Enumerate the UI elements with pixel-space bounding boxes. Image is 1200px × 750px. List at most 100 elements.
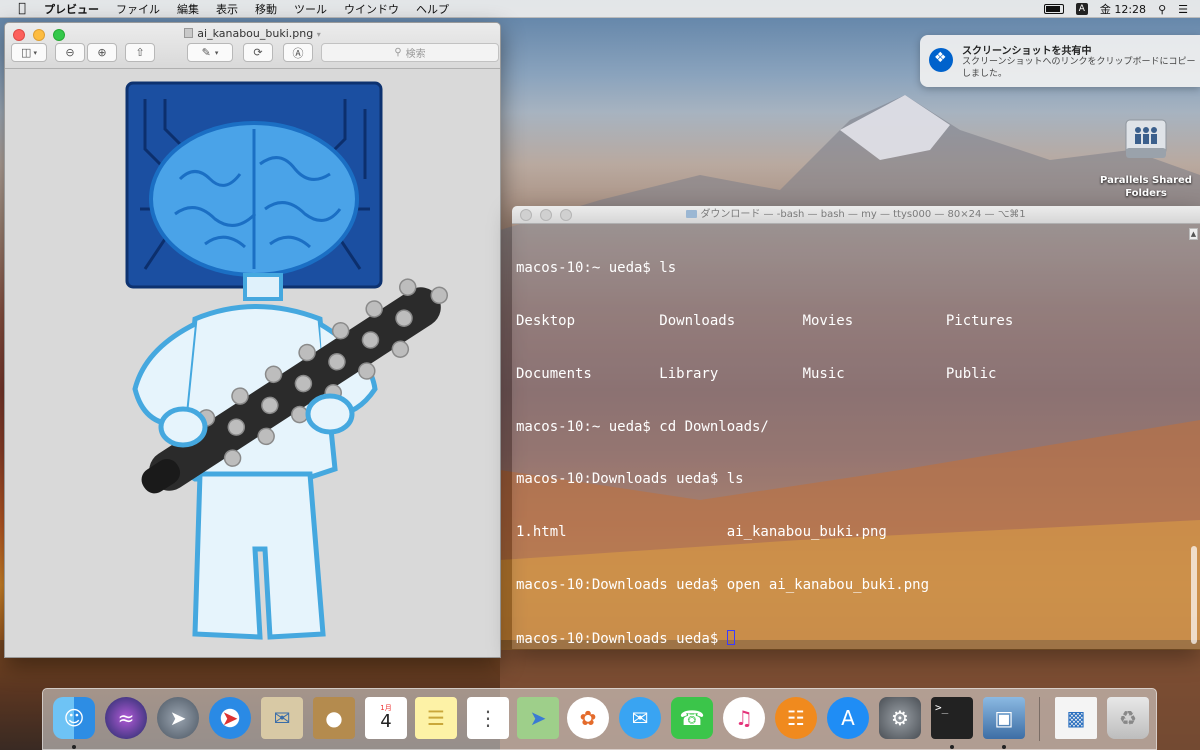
menu-extras: A 金 12:28 ⚲ ☰ xyxy=(1043,0,1188,18)
zoom-out-button[interactable]: ⊖ xyxy=(55,43,85,62)
menu-view[interactable]: 表示 xyxy=(216,1,238,17)
menu-help[interactable]: ヘルプ xyxy=(416,1,449,17)
sidebar-icon: ◫ xyxy=(21,46,32,59)
markup-pen-button[interactable]: ✎ ▾ xyxy=(187,43,233,62)
menu-file[interactable]: ファイル xyxy=(116,1,160,17)
image-file-icon xyxy=(184,28,194,38)
terminal-output[interactable]: macos-10:~ ueda$ ls Desktop Downloads Mo… xyxy=(512,224,1200,649)
terminal-scrollbar[interactable]: ▲ xyxy=(1189,228,1198,648)
terminal-line: macos-10:~ ueda$ ls xyxy=(516,260,677,277)
menu-tools[interactable]: ツール xyxy=(294,1,327,17)
ai-kanabou-illustration xyxy=(125,81,449,640)
compass-icon: ➤ xyxy=(221,706,239,730)
document-title[interactable]: ai_kanabou_buki.png ▾ xyxy=(5,27,500,40)
dock-itunes[interactable]: ♫ xyxy=(723,697,765,739)
rotate-button[interactable]: ⟳ xyxy=(243,43,273,62)
markup-toolbar-button[interactable]: Ⓐ xyxy=(283,43,313,62)
screenshot-share-notification[interactable]: スクリーンショットを共有中 スクリーンショットへのリンクをクリップボードにコピー… xyxy=(920,35,1200,87)
terminal-line: macos-10:Downloads ueda$ ls xyxy=(516,471,744,488)
dock-trash[interactable]: ♻ xyxy=(1107,697,1149,739)
preview-toolbar: ◫ ▾ ⊖ ⊕ ⇧ ✎ ▾ ⟳ Ⓐ ⚲ 検索 xyxy=(11,43,499,63)
dock-finder[interactable]: ☺ xyxy=(53,697,95,739)
address-book-icon: ● xyxy=(325,706,343,730)
dock-facetime[interactable]: ☎ xyxy=(671,697,713,739)
input-source-indicator[interactable]: A xyxy=(1075,3,1088,15)
music-note-icon: ♫ xyxy=(735,706,753,730)
notification-center-icon[interactable]: ☰ xyxy=(1178,3,1188,16)
zoom-out-icon: ⊖ xyxy=(65,46,75,59)
dock-ibooks[interactable]: ☷ xyxy=(775,697,817,739)
rocket-icon: ➤ xyxy=(169,706,187,730)
dock-downloads-stack[interactable]: ▩ xyxy=(1055,697,1097,739)
search-icon: ⚲ xyxy=(394,47,402,58)
dock-notes[interactable]: ☰ xyxy=(415,697,457,739)
dock-messages[interactable]: ✉ xyxy=(619,697,661,739)
chevron-down-icon[interactable]: ▾ xyxy=(317,30,321,39)
desktop-icon-parallels-shared-folders[interactable]: Parallels Shared Folders xyxy=(1098,118,1194,200)
search-field[interactable]: ⚲ 検索 xyxy=(321,43,499,62)
sidebar-toggle-button[interactable]: ◫ ▾ xyxy=(11,43,47,62)
finder-icon: ☺ xyxy=(63,706,85,730)
dock-photos[interactable]: ✿ xyxy=(567,697,609,739)
dock-separator xyxy=(1039,697,1040,741)
notification-title: スクリーンショットを共有中 xyxy=(962,46,1092,57)
dock-reminders[interactable]: ⋮ xyxy=(467,697,509,739)
scrollbar-thumb[interactable] xyxy=(1191,546,1197,644)
running-indicator xyxy=(1002,745,1006,749)
preview-window[interactable]: ai_kanabou_buki.png ▾ ◫ ▾ ⊖ ⊕ ⇧ ✎ ▾ ⟳ Ⓐ ⚲ … xyxy=(4,22,501,658)
dock-siri[interactable]: ≈ xyxy=(105,697,147,739)
document-title-text: ai_kanabou_buki.png xyxy=(197,27,314,40)
dock-launchpad[interactable]: ➤ xyxy=(157,697,199,739)
dock-mail[interactable]: ✉ xyxy=(261,697,303,739)
siri-icon: ≈ xyxy=(117,706,135,730)
gear-icon: ⚙ xyxy=(891,706,909,730)
image-canvas[interactable] xyxy=(5,69,500,657)
apple-menu-icon[interactable]:  xyxy=(0,1,44,16)
menu-window[interactable]: ウインドウ xyxy=(344,1,399,17)
menu-app-name[interactable]: プレビュー xyxy=(44,1,99,17)
window-controls xyxy=(520,209,572,221)
chevron-down-icon: ▾ xyxy=(33,48,37,57)
zoom-in-button[interactable]: ⊕ xyxy=(87,43,117,62)
terminal-line: macos-10:Downloads ueda$ open ai_kanabou… xyxy=(516,576,930,593)
dock-calendar[interactable]: 1月 4 xyxy=(365,697,407,739)
spotlight-search-icon[interactable]: ⚲ xyxy=(1158,3,1166,16)
dock-app-store[interactable]: A xyxy=(827,697,869,739)
zoom-button[interactable] xyxy=(560,209,572,221)
terminal-prompt-line: macos-10:Downloads ueda$ xyxy=(516,629,1196,648)
notification-message: スクリーンショットへのリンクをクリップボードにコピーしました。 xyxy=(962,57,1196,79)
preview-photos-icon: ▣ xyxy=(994,706,1014,730)
dock-contacts[interactable]: ● xyxy=(313,697,355,739)
menu-go[interactable]: 移動 xyxy=(255,1,277,17)
share-button[interactable]: ⇧ xyxy=(125,43,155,62)
dock-system-preferences[interactable]: ⚙ xyxy=(879,697,921,739)
dock-maps[interactable]: ➤ xyxy=(517,697,559,739)
terminal-prompt: macos-10:Downloads ueda$ xyxy=(516,630,727,647)
close-button[interactable] xyxy=(520,209,532,221)
dock: ☺ ≈ ➤ ➤ ✉ ● 1月 4 ☰ ⋮ ➤ ✿ ✉ ☎ ♫ ☷ A ⚙ >_ … xyxy=(42,688,1157,750)
dock-terminal[interactable]: >_ xyxy=(931,697,973,739)
running-indicator xyxy=(950,745,954,749)
dropbox-icon xyxy=(929,48,953,72)
network-drive-icon xyxy=(1124,118,1168,166)
terminal-line: macos-10:~ ueda$ cd Downloads/ xyxy=(516,418,769,435)
menu-edit[interactable]: 編集 xyxy=(177,1,199,17)
scroll-up-arrow-icon[interactable]: ▲ xyxy=(1189,228,1198,240)
app-store-icon: A xyxy=(841,706,855,730)
battery-icon[interactable] xyxy=(1043,4,1064,14)
minimize-button[interactable] xyxy=(540,209,552,221)
preview-titlebar[interactable]: ai_kanabou_buki.png ▾ ◫ ▾ ⊖ ⊕ ⇧ ✎ ▾ ⟳ Ⓐ ⚲ … xyxy=(5,23,500,69)
dock-preview[interactable]: ▣ xyxy=(983,697,1025,739)
photos-flower-icon: ✿ xyxy=(579,706,597,730)
dock-safari[interactable]: ➤ xyxy=(209,697,251,739)
rotate-icon: ⟳ xyxy=(253,46,263,59)
map-icon: ➤ xyxy=(529,706,547,730)
terminal-window[interactable]: ダウンロード — -bash — bash — my — ttys000 — 8… xyxy=(512,206,1200,649)
downloads-stack-icon: ▩ xyxy=(1066,706,1086,730)
menu-clock[interactable]: 金 12:28 xyxy=(1100,1,1146,17)
terminal-prompt-icon: >_ xyxy=(935,701,949,714)
markup-icon: Ⓐ xyxy=(292,46,304,60)
search-placeholder: 検索 xyxy=(405,49,426,60)
terminal-titlebar[interactable]: ダウンロード — -bash — bash — my — ttys000 — 8… xyxy=(512,206,1200,224)
terminal-line: 1.html ai_kanabou_buki.png xyxy=(516,524,887,541)
